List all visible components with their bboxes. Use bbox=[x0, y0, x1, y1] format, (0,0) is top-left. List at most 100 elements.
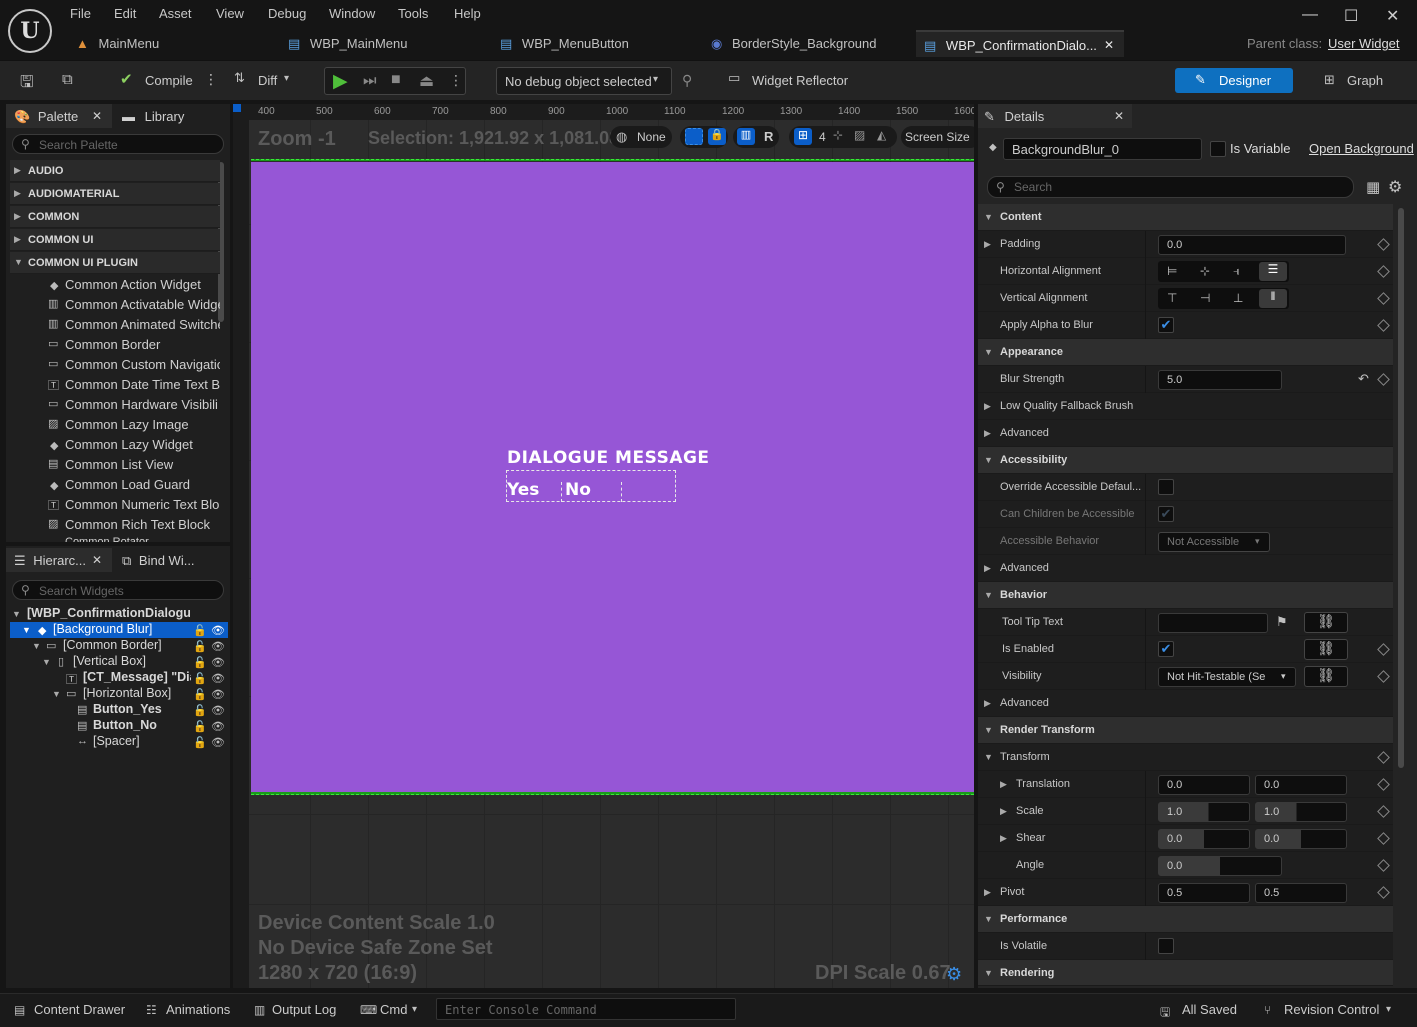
section-render-transform[interactable]: ▼ Render Transform bbox=[978, 717, 1393, 744]
design-canvas-background-blur[interactable]: DIALOGUE MESSAGE Yes No bbox=[251, 162, 974, 794]
menu-file[interactable]: File bbox=[70, 6, 91, 21]
lock-icon[interactable]: 🔓 bbox=[193, 672, 207, 685]
lock-icon[interactable]: 🔓 bbox=[193, 720, 207, 733]
compile-button[interactable]: ✔ Compile bbox=[120, 70, 210, 92]
play-icon[interactable]: ▶ bbox=[333, 70, 348, 93]
button-yes-outline[interactable]: Yes bbox=[506, 480, 562, 502]
eject-icon[interactable]: ⏏ bbox=[419, 71, 434, 91]
tab-borderstyle-background[interactable]: ◉ BorderStyle_Background bbox=[711, 30, 911, 57]
keyframe-diamond-icon[interactable] bbox=[1377, 643, 1390, 656]
row-transform[interactable]: ▼ Transform bbox=[978, 744, 1393, 771]
padding-input[interactable]: 0.0 bbox=[1158, 235, 1346, 255]
hierarchy-item-background-blur[interactable]: [Background Blur] bbox=[53, 622, 152, 636]
tab-palette[interactable]: 🎨 Palette ✕ bbox=[6, 104, 112, 128]
visibility-eye-icon[interactable]: 👁 bbox=[211, 656, 225, 669]
lock-icon[interactable]: 🔓 bbox=[193, 736, 207, 749]
palette-item[interactable]: Common Load Guard bbox=[65, 477, 220, 492]
image-preview-icon[interactable]: ▨ bbox=[854, 128, 865, 142]
category-common[interactable]: ▶ COMMON bbox=[10, 206, 220, 228]
row-advanced-appearance[interactable]: ▶ Advanced bbox=[978, 420, 1393, 447]
animations-button[interactable]: ☷ Animations bbox=[140, 996, 240, 1024]
apply-alpha-checkbox[interactable]: ✔ bbox=[1158, 317, 1174, 333]
content-drawer-button[interactable]: ▤ Content Drawer bbox=[8, 996, 132, 1024]
hierarchy-item-common-border[interactable]: [Common Border] bbox=[63, 638, 162, 652]
hierarchy-item-button-no[interactable]: Button_No bbox=[93, 718, 157, 732]
bind-link-icon[interactable]: ⛓ bbox=[1304, 639, 1348, 660]
keyframe-diamond-icon[interactable] bbox=[1377, 751, 1390, 764]
align-middle-icon[interactable]: ⊣ bbox=[1200, 291, 1210, 305]
dialogue-message-text[interactable]: DIALOGUE MESSAGE bbox=[507, 448, 710, 468]
keyframe-diamond-icon[interactable] bbox=[1377, 292, 1390, 305]
layout-icon[interactable]: ▥ bbox=[737, 128, 755, 145]
designer-viewport[interactable]: 400 500 600 700 800 900 1000 1100 1200 1… bbox=[233, 104, 974, 988]
hierarchy-item-vertical-box[interactable]: [Vertical Box] bbox=[73, 654, 146, 668]
save-icon[interactable]: 🖫 bbox=[20, 71, 34, 98]
keyframe-diamond-icon[interactable] bbox=[1377, 373, 1390, 386]
keyframe-diamond-icon[interactable] bbox=[1377, 319, 1390, 332]
all-saved-button[interactable]: 🖫 All Saved bbox=[1154, 996, 1246, 1024]
visibility-dropdown[interactable]: Not Hit-Testable (Se ▾ bbox=[1158, 667, 1296, 687]
section-performance[interactable]: ▼ Performance bbox=[978, 906, 1393, 933]
section-accessibility[interactable]: ▼ Accessibility bbox=[978, 447, 1393, 474]
shear-y-input[interactable]: 0.0 bbox=[1255, 829, 1347, 849]
keyframe-diamond-icon[interactable] bbox=[1377, 238, 1390, 251]
lock-icon[interactable]: 🔓 bbox=[193, 640, 207, 653]
hierarchy-item-button-yes[interactable]: Button_Yes bbox=[93, 702, 162, 716]
menu-debug[interactable]: Debug bbox=[268, 6, 306, 21]
play-options-icon[interactable]: ⋮ bbox=[449, 72, 463, 89]
section-behavior[interactable]: ▼ Behavior bbox=[978, 582, 1393, 609]
menu-asset[interactable]: Asset bbox=[159, 6, 192, 21]
keyframe-diamond-icon[interactable] bbox=[1377, 832, 1390, 845]
blur-strength-input[interactable]: 5.0 bbox=[1158, 370, 1282, 390]
keyframe-diamond-icon[interactable] bbox=[1377, 886, 1390, 899]
section-content[interactable]: ▼ Content bbox=[978, 204, 1393, 231]
lock-icon[interactable]: 🔓 bbox=[193, 704, 207, 717]
hierarchy-item-horizontal-box[interactable]: [Horizontal Box] bbox=[83, 686, 171, 700]
palette-item[interactable]: Common List View bbox=[65, 457, 220, 472]
r-toggle[interactable]: R bbox=[764, 129, 773, 144]
hierarchy-item-spacer[interactable]: [Spacer] bbox=[93, 734, 140, 748]
row-advanced-accessibility[interactable]: ▶ Advanced bbox=[978, 555, 1393, 582]
tab-mainmenu[interactable]: ▲ MainMenu bbox=[76, 30, 276, 57]
browse-icon[interactable]: ⧉ bbox=[62, 71, 73, 88]
align-fill-vertical-icon[interactable]: ‖ bbox=[1259, 289, 1287, 308]
localization-dropdown[interactable]: ◍ None bbox=[610, 126, 672, 148]
palette-search-input[interactable]: ⚲ Search Palette bbox=[12, 134, 224, 154]
debug-find-icon[interactable]: ⚲ bbox=[682, 72, 692, 89]
keyframe-diamond-icon[interactable] bbox=[1377, 778, 1390, 791]
category-common-ui-plugin[interactable]: ▼ COMMON UI PLUGIN bbox=[10, 252, 220, 274]
visibility-eye-icon[interactable]: 👁 bbox=[211, 688, 225, 701]
palette-item[interactable]: Common Border bbox=[65, 337, 220, 352]
tab-wbp-mainmenu[interactable]: ▤ WBP_MainMenu bbox=[288, 30, 488, 57]
palette-item[interactable]: Common Activatable Widge bbox=[65, 297, 220, 312]
grid-size-value[interactable]: 4 bbox=[819, 130, 826, 144]
align-center-icon[interactable]: ⊹ bbox=[1200, 264, 1210, 278]
keyframe-diamond-icon[interactable] bbox=[1377, 670, 1390, 683]
row-low-quality-brush[interactable]: ▶ Low Quality Fallback Brush bbox=[978, 393, 1393, 420]
tooltip-text-input[interactable] bbox=[1158, 613, 1268, 633]
menu-tools[interactable]: Tools bbox=[398, 6, 428, 21]
keyframe-diamond-icon[interactable] bbox=[1377, 805, 1390, 818]
palette-item[interactable]: Common Action Widget bbox=[65, 277, 220, 292]
keyframe-diamond-icon[interactable] bbox=[1377, 859, 1390, 872]
align-fill-icon[interactable]: ☰ bbox=[1259, 262, 1287, 281]
tab-wbp-menubutton[interactable]: ▤ WBP_MenuButton bbox=[500, 30, 700, 57]
align-top-icon[interactable]: ⊤ bbox=[1167, 291, 1177, 305]
visibility-eye-icon[interactable]: 👁 bbox=[211, 672, 225, 685]
visibility-eye-icon[interactable]: 👁 bbox=[211, 720, 225, 733]
step-icon[interactable]: ⏭ bbox=[363, 72, 377, 89]
keyframe-diamond-icon[interactable] bbox=[1377, 265, 1390, 278]
dpi-settings-gear-icon[interactable]: ⚙ bbox=[946, 964, 962, 985]
button-no-outline[interactable]: No bbox=[562, 480, 622, 502]
is-enabled-checkbox[interactable]: ✔ bbox=[1158, 641, 1174, 657]
category-audio[interactable]: ▶ AUDIO bbox=[10, 160, 220, 182]
visibility-eye-icon[interactable]: 👁 bbox=[211, 736, 225, 749]
hierarchy-item-ct-message[interactable]: [CT_Message] "Dia bbox=[83, 670, 191, 684]
lock-icon[interactable]: 🔓 bbox=[193, 624, 207, 637]
collapse-icon[interactable]: ▼ bbox=[12, 609, 21, 619]
outline-icon[interactable]: ◭ bbox=[877, 128, 886, 142]
visibility-eye-icon[interactable]: 👁 bbox=[211, 624, 225, 637]
cmd-dropdown[interactable]: ⌨ Cmd ▾ bbox=[354, 996, 430, 1024]
pivot-x-input[interactable]: 0.5 bbox=[1158, 883, 1250, 903]
menu-help[interactable]: Help bbox=[454, 6, 481, 21]
